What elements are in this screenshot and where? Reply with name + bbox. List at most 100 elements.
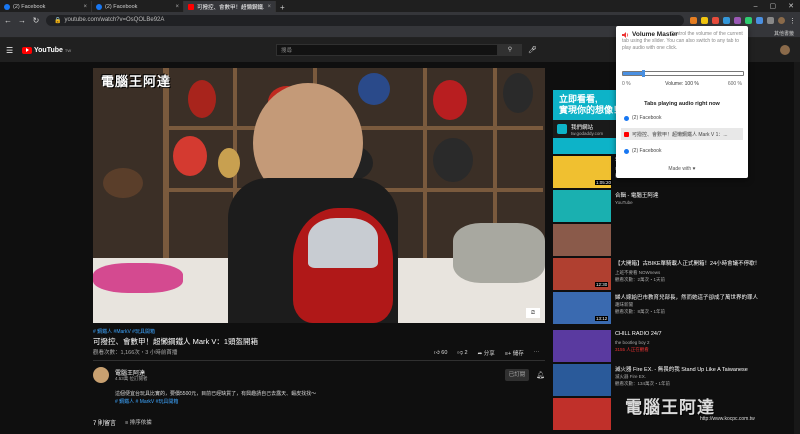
rec-title: 滅火器 Fire EX. - 無畏的我 Stand Up Like A Taiw… xyxy=(615,367,748,373)
slider-handle[interactable] xyxy=(642,70,646,77)
reload-icon[interactable]: ↻ xyxy=(32,16,40,25)
close-icon[interactable]: × xyxy=(83,4,87,10)
rec-views: 3155 人正在觀看 xyxy=(615,347,649,352)
save-label: 儲存 xyxy=(512,351,524,357)
extension-icon[interactable] xyxy=(690,16,697,24)
more-icon[interactable]: ⋯ xyxy=(534,350,540,356)
video-player[interactable]: 電腦王阿達 ⎚ xyxy=(93,68,545,323)
youtube-logo[interactable]: YouTube TW xyxy=(22,46,72,54)
made-with-label: Made with ♥ xyxy=(668,166,696,172)
microphone-icon[interactable]: 🎤︎ xyxy=(528,46,537,54)
bell-icon[interactable]: 🔔︎ xyxy=(536,371,545,379)
extension-icon[interactable] xyxy=(701,16,708,24)
rec-views: 觀看次數：8萬次・1年前 xyxy=(615,309,666,314)
save-button[interactable]: ≡+ 儲存 xyxy=(505,349,524,357)
close-window-icon[interactable]: ✕ xyxy=(788,2,794,10)
volume-master-icon[interactable] xyxy=(756,16,763,24)
share-icon: ➦ xyxy=(477,351,483,357)
youtube-icon xyxy=(624,131,629,137)
hashtags[interactable]: # 鋼鐵人 #MarkV #玩具開箱 xyxy=(93,328,155,335)
profile-avatar[interactable] xyxy=(778,16,785,24)
volume-slider[interactable] xyxy=(622,70,744,77)
audio-tab-label: 可撥控、會數甲！超懶鋼鐵人 Mark V 1：... xyxy=(632,131,728,138)
rec-views: 觀看次數：134萬次・1年前 xyxy=(615,381,671,386)
browser-tab-active[interactable]: 可撥控、會數甲！超懶鋼鐵人 Mark V × xyxy=(184,1,276,12)
window-controls: – ▢ ✕ xyxy=(748,0,800,12)
like-count: 60 xyxy=(441,350,448,356)
other-bookmarks[interactable]: 其他書籤 xyxy=(774,30,794,37)
channel-avatar[interactable] xyxy=(93,367,109,383)
ad-headline-2: 實現你的想像！ xyxy=(559,105,623,115)
close-icon[interactable]: × xyxy=(267,4,271,10)
audio-tab-label: (2) Facebook xyxy=(632,148,662,154)
facebook-icon xyxy=(624,148,629,154)
list-item[interactable]: 滅火器 Fire EX. - 無畏的我 Stand Up Like A Taiw… xyxy=(553,364,793,396)
watermark-logo: 電腦王阿達 xyxy=(625,398,715,417)
rec-title: 合輯 - 電腦王阿達 xyxy=(615,193,659,199)
maximize-icon[interactable]: ▢ xyxy=(770,2,777,10)
sort-icon: ≡ xyxy=(125,420,129,426)
browser-tab[interactable]: (2) Facebook × xyxy=(0,1,92,12)
extension-icon[interactable] xyxy=(712,16,719,24)
audio-tab-item[interactable]: (2) Facebook xyxy=(621,112,743,124)
dislike-button[interactable]: 👎︎ 2 xyxy=(457,350,467,356)
avatar[interactable] xyxy=(780,45,790,55)
ad-sub: tw.godaddy.com xyxy=(571,130,604,136)
facebook-icon xyxy=(624,115,629,121)
extension-icons: ⋮ xyxy=(690,16,796,25)
extension-icon[interactable] xyxy=(745,16,752,24)
close-icon[interactable]: × xyxy=(175,4,179,10)
audio-tab-item-selected[interactable]: 可撥控、會數甲！超懶鋼鐵人 Mark V 1：... xyxy=(621,128,743,140)
new-tab-icon[interactable]: + xyxy=(276,3,289,12)
menu-icon[interactable]: ⋮ xyxy=(789,17,796,25)
ad-channel: 我們網站 xyxy=(571,124,594,131)
puzzle-icon[interactable] xyxy=(767,16,774,24)
list-item[interactable]: CHILL RADIO 24/7 the bootleg boy 2 3155 … xyxy=(553,330,793,362)
list-item[interactable]: 13:12 婦人嫁給巴市教育兒部長，然而她這子卻成了萬世界的罪人 趣味新聞 觀看… xyxy=(553,292,793,324)
youtube-icon xyxy=(188,3,194,10)
back-icon[interactable]: ← xyxy=(4,16,12,25)
list-item[interactable]: 12:30 上班不要看 NOWnews 觀看次數：2萬次・1天前 xyxy=(553,258,793,290)
share-button[interactable]: ➦ 分享 xyxy=(478,349,495,357)
extension-icon[interactable] xyxy=(723,16,730,24)
tabs-heading: Tabs playing audio right now xyxy=(644,101,720,107)
video-actions: 👍︎ 60 👎︎ 2 ➦ 分享 ≡+ 儲存 ⋯ xyxy=(434,349,539,357)
search-input[interactable]: 搜尋 xyxy=(276,44,498,56)
url-field[interactable]: 🔒 youtube.com/watch?v=OsQOLBe92A xyxy=(46,14,684,26)
description-hashtags[interactable]: # 鋼鐵人 # MarkV #玩具開箱 xyxy=(115,398,178,405)
subscriber-count: 4.53萬 位訂閱者 xyxy=(115,376,148,381)
description: 這個便宜台玩具比實的，要價5500元，目前已經缺貨了，有興趣請自己去露天、蝦皮找… xyxy=(115,391,317,397)
hamburger-menu-icon[interactable]: ☰ xyxy=(6,46,14,55)
rec-channel: 上班不要看 NOWnews xyxy=(615,270,661,275)
rec-views: 觀看次數：2萬次・1天前 xyxy=(615,277,666,282)
thumbnail xyxy=(553,224,611,256)
playlist-add-icon: ≡+ xyxy=(504,351,512,357)
list-item[interactable]: 合輯 - 電腦王阿達 YouTube xyxy=(553,190,793,222)
facebook-icon xyxy=(4,3,10,10)
scrollbar[interactable] xyxy=(794,62,800,434)
logo-region: TW xyxy=(64,47,72,53)
watermark-url: http://www.kocpc.com.tw xyxy=(700,416,755,422)
rec-title: 婦人嫁給巴市教育兒部長，然而她這子卻成了萬世界的罪人 xyxy=(615,295,759,301)
view-count: 觀看次數：1,166次・3 小時前首播 xyxy=(93,350,178,356)
search-button[interactable]: ⚲ xyxy=(498,44,522,56)
like-button[interactable]: 👍︎ 60 xyxy=(434,350,447,356)
channel-watermark-icon[interactable]: ⎚ xyxy=(526,308,540,318)
browser-tab[interactable]: (2) Facebook × xyxy=(92,1,184,12)
minimize-icon[interactable]: – xyxy=(754,3,758,10)
tab-title: 可撥控、會數甲！超懶鋼鐵人 Mark V xyxy=(197,4,265,11)
sort-button[interactable]: ≡ 排序依據 xyxy=(125,418,152,426)
video-logo-text: 電腦王阿達 xyxy=(101,74,172,89)
browser-tab-bar: (2) Facebook × (2) Facebook × 可撥控、會數甲！超懶… xyxy=(0,0,800,12)
url-text: youtube.com/watch?v=OsQOLBe92A xyxy=(64,17,165,23)
tab-title: (2) Facebook xyxy=(13,3,46,10)
forward-icon[interactable]: → xyxy=(18,16,26,25)
tab-title: (2) Facebook xyxy=(105,3,138,10)
rec-channel: 趣味新聞 xyxy=(615,302,633,307)
subscribe-button[interactable]: 已訂閱 xyxy=(505,369,529,381)
extension-title: Volume Master xyxy=(632,31,678,38)
thumbs-down-icon: 👎︎ xyxy=(457,350,463,356)
list-item[interactable]: 【大開箱】古BIKE單騎載人正式開箱！24小時會議不停歇！ xyxy=(553,224,793,267)
audio-tab-item[interactable]: (2) Facebook xyxy=(621,145,743,157)
extension-icon[interactable] xyxy=(734,16,741,24)
